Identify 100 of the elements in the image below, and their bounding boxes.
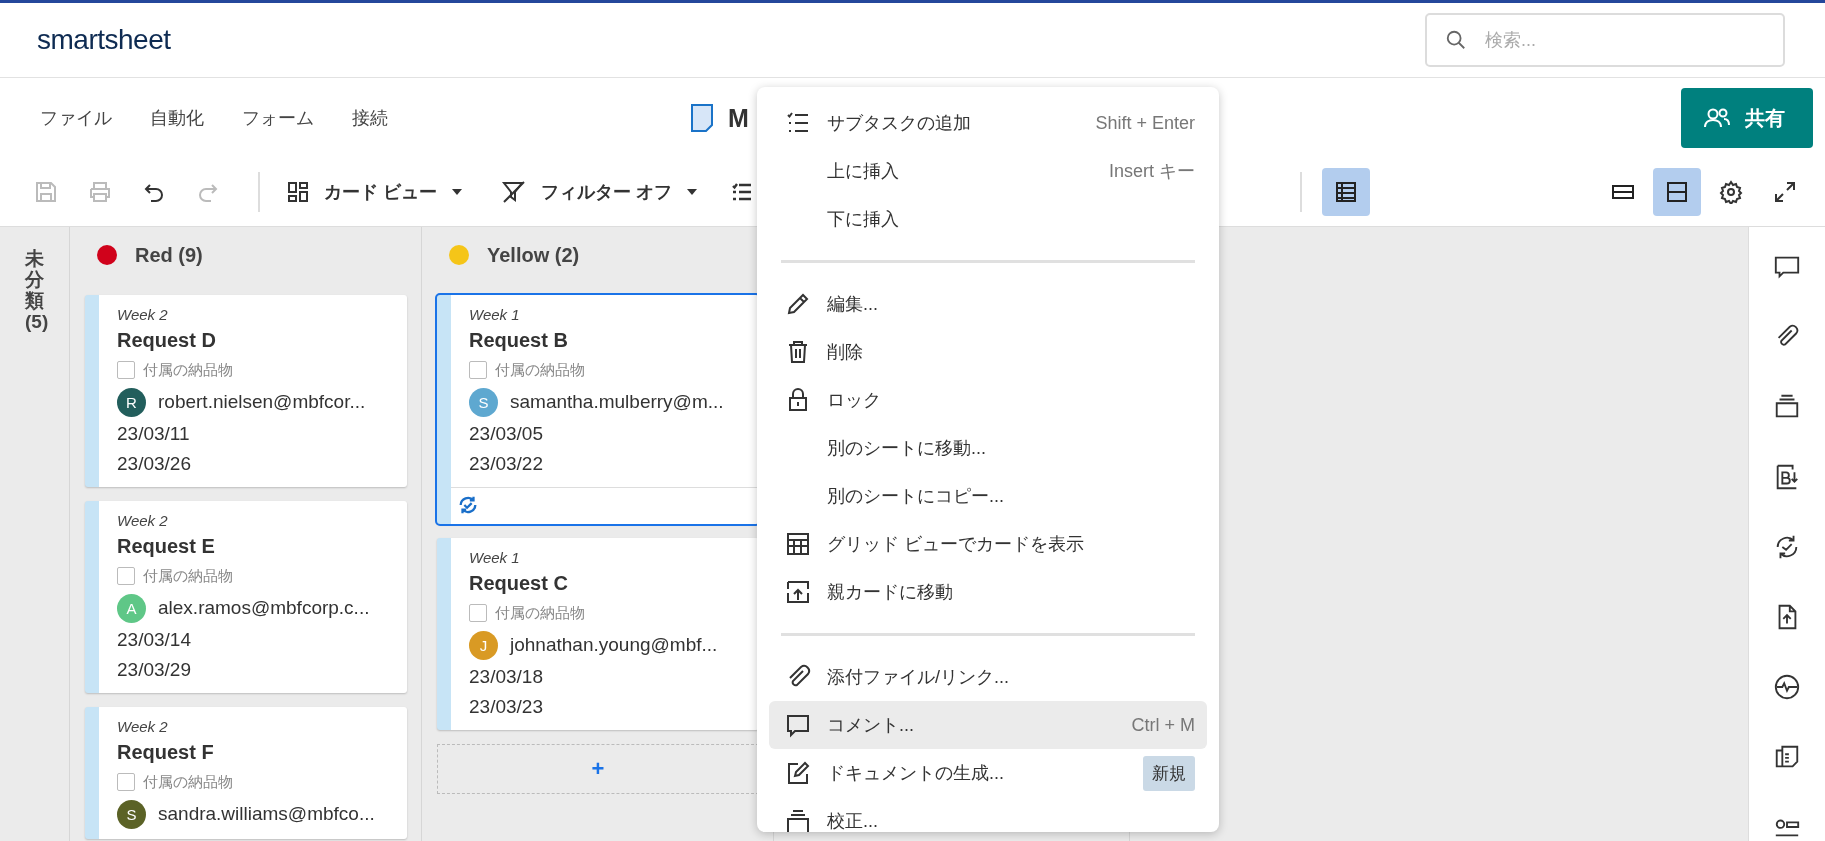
card-week: Week 2	[117, 717, 169, 737]
menu-item[interactable]: 下に挿入	[769, 195, 1207, 243]
card-date: 23/03/23	[469, 695, 544, 719]
menu-item[interactable]: 自動化	[150, 106, 204, 130]
card-date: 23/03/05	[469, 422, 544, 446]
search-field[interactable]: 検索...	[1425, 13, 1785, 67]
checkbox[interactable]	[117, 361, 135, 379]
assignee-email: robert.nielsen@mbfcor...	[158, 391, 366, 413]
pencil-icon	[785, 291, 811, 317]
menu-label: 下に挿入	[827, 208, 900, 231]
menu-label: ロック	[827, 389, 882, 412]
checkbox[interactable]	[117, 773, 135, 791]
menu-item[interactable]: 編集...	[769, 280, 1207, 328]
card-date: 23/03/11	[117, 422, 191, 446]
menu-label: 別のシートにコピー...	[827, 485, 1005, 508]
menu-item[interactable]: 別のシートにコピー...	[769, 472, 1207, 520]
assignee-email: johnathan.young@mbf...	[510, 634, 718, 656]
card-week: Week 2	[117, 511, 169, 531]
checkbox[interactable]	[469, 361, 487, 379]
menu-item[interactable]: ロック	[769, 376, 1207, 424]
shortcut-text: Ctrl + M	[1131, 714, 1195, 736]
full-layout-button[interactable]	[1653, 168, 1701, 216]
checkbox-label: 付属の納品物	[495, 360, 585, 380]
lane-title: Yellow (2)	[487, 243, 580, 267]
grid-view-button[interactable]	[1322, 168, 1371, 216]
checkbox[interactable]	[117, 567, 135, 585]
menu-item[interactable]: 削除	[769, 328, 1207, 376]
activity-icon[interactable]	[1772, 673, 1802, 701]
card-week: Week 1	[469, 548, 521, 568]
avatar: R	[117, 387, 146, 417]
lane-title: Red (9)	[135, 243, 203, 267]
menu-label: コメント...	[827, 714, 915, 737]
editdoc-icon	[785, 760, 811, 786]
avatar: S	[117, 799, 146, 829]
card-grid-icon	[286, 180, 310, 204]
sheet-title: M	[728, 103, 749, 133]
card[interactable]: Week 2 Request E 付属の納品物 A alex.ramos@mbfcorp.c... 23/03/14 23/03/29	[85, 501, 407, 693]
card[interactable]: Week 2 Request F 付属の納品物 S sandra.williams@mbfco...	[85, 707, 407, 839]
avatar: J	[469, 630, 498, 660]
card[interactable]: Week 1 Request C 付属の納品物 J johnathan.young@mbf... 23/03/18 23/03/23	[437, 538, 759, 730]
menu-item[interactable]: 校正...	[769, 797, 1207, 832]
menu-item[interactable]: 接続	[352, 106, 388, 130]
assignee-email: sandra.williams@mbfco...	[158, 803, 375, 825]
menu-item[interactable]: 上に挿入 Insert キー	[769, 147, 1207, 195]
menu-item[interactable]: 添付ファイル/リンク...	[769, 653, 1207, 701]
print-icon	[88, 180, 112, 204]
checkbox-label: 付属の納品物	[143, 772, 233, 792]
expand-icon	[1773, 180, 1797, 204]
new-badge: 新規	[1143, 755, 1195, 791]
filter-dropdown[interactable]: フィルター オフ	[495, 178, 705, 206]
caret-icon	[451, 188, 463, 196]
share-button[interactable]: 共有	[1681, 88, 1813, 148]
menu-item[interactable]: グリッド ビューでカードを表示	[769, 520, 1207, 568]
uncategorized-lane[interactable]: 未分類 (5)	[0, 227, 70, 841]
save-icon	[34, 180, 58, 204]
menu-item[interactable]: ドキュメントの生成... 新規	[769, 749, 1207, 797]
grid-icon	[785, 531, 811, 557]
menu-item[interactable]: サブタスクの追加 Shift + Enter	[769, 99, 1207, 147]
checkbox-label: 付属の納品物	[143, 360, 233, 380]
full-layout-icon	[1665, 180, 1689, 204]
card-date: 23/03/22	[469, 452, 544, 476]
menu-label: サブタスクの追加	[827, 112, 972, 135]
table-icon	[1334, 180, 1359, 204]
moveup-icon	[785, 579, 811, 605]
assignee-email: samantha.mulberry@m...	[510, 391, 724, 413]
card-title: Request F	[117, 740, 215, 765]
checklist-icon	[732, 183, 753, 201]
avatar: A	[117, 593, 146, 623]
card-title: Request E	[117, 534, 216, 559]
menu-label: 編集...	[827, 293, 879, 316]
card-date: 23/03/26	[117, 452, 192, 476]
avatar: S	[469, 387, 498, 417]
menu-label: 校正...	[827, 810, 879, 832]
menu-item[interactable]: 別のシートに移動...	[769, 424, 1207, 472]
menu-item[interactable]: ファイル	[40, 106, 112, 130]
menu-label: 親カードに移動	[827, 581, 954, 604]
card-date: 23/03/29	[117, 658, 192, 682]
menu-label: 上に挿入	[827, 160, 900, 183]
menu-item[interactable]: 親カードに移動	[769, 568, 1207, 616]
card-date: 23/03/14	[117, 628, 192, 652]
card[interactable]: Week 2 Request D 付属の納品物 R robert.nielsen@mbfcor... 23/03/11 23/03/26	[85, 295, 407, 487]
view-dropdown[interactable]: カード ビュー	[280, 179, 469, 205]
card-title: Request B	[469, 328, 569, 353]
checkbox[interactable]	[469, 604, 487, 622]
assignee-email: alex.ramos@mbfcorp.c...	[158, 597, 370, 619]
checkbox-label: 付属の納品物	[143, 566, 233, 586]
filter-off-icon	[501, 179, 527, 205]
menu-item[interactable]: コメント... Ctrl + M	[769, 701, 1207, 749]
shortcut-text: Insert キー	[1108, 160, 1195, 183]
card[interactable]: Week 1 Request B 付属の納品物 S samantha.mulberry@m... 23/03/05 23/03/22	[437, 295, 759, 524]
card-title: Request C	[469, 571, 569, 596]
sheet-icon	[690, 103, 714, 133]
logo[interactable]: smartsheet	[37, 24, 171, 56]
menu-label: グリッド ビューでカードを表示	[827, 533, 1085, 556]
menu-item[interactable]: フォーム	[242, 106, 314, 130]
people-icon	[1703, 107, 1731, 129]
shortcut-text: Shift + Enter	[1095, 112, 1195, 134]
caret-icon	[686, 188, 699, 196]
card-week: Week 1	[469, 305, 521, 325]
settings-icon	[1719, 180, 1743, 204]
